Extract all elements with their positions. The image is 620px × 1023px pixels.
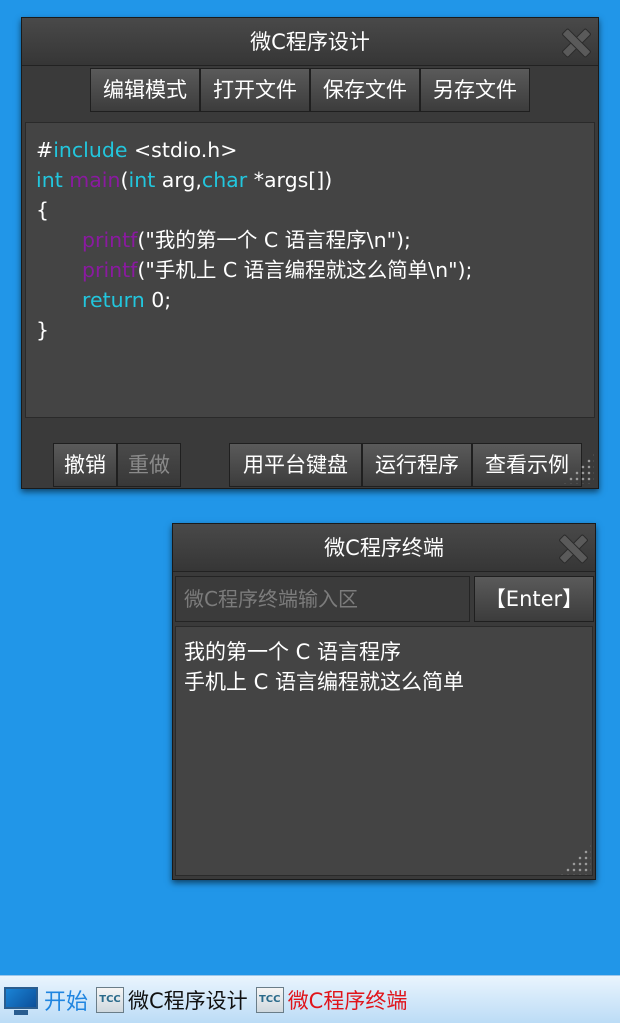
task-label: 微C程序终端 <box>287 988 408 1013</box>
editor-title: 微C程序设计 <box>250 30 370 54</box>
monitor-icon <box>2 983 42 1017</box>
close-icon[interactable] <box>560 27 590 57</box>
tcc-app-icon: TCC <box>255 986 284 1013</box>
undo-redo-group: 撤销 重做 <box>53 443 181 487</box>
terminal-output: 我的第一个 C 语言程序 手机上 C 语言编程就这么简单 <box>175 626 593 876</box>
code-line: { <box>36 198 50 222</box>
code-line: int main(int arg,char *args[]) <box>36 168 333 192</box>
edit-mode-button[interactable]: 编辑模式 <box>90 68 200 112</box>
terminal-input[interactable] <box>175 576 470 622</box>
code-line: printf("手机上 C 语言编程就这么简单\n"); <box>82 258 473 282</box>
task-terminal[interactable]: TCC 微C程序终端 <box>255 985 408 1015</box>
editor-action-group: 用平台键盘 运行程序 查看示例 <box>229 443 582 487</box>
code-editor[interactable]: #include <stdio.h> int main(int arg,char… <box>25 122 595 418</box>
output-line: 手机上 C 语言编程就这么简单 <box>184 670 465 694</box>
code-line: #include <stdio.h> <box>36 138 238 162</box>
task-editor[interactable]: TCC 微C程序设计 <box>96 985 248 1015</box>
code-line: printf("我的第一个 C 语言程序\n"); <box>82 228 411 252</box>
terminal-title-bar[interactable]: 微C程序终端 <box>173 524 595 572</box>
start-label: 开始 <box>44 989 89 1015</box>
open-file-button[interactable]: 打开文件 <box>200 68 310 112</box>
editor-toolbar: 编辑模式 打开文件 保存文件 另存文件 <box>90 68 530 112</box>
editor-window: 微C程序设计 编辑模式 打开文件 保存文件 另存文件 #include <std… <box>21 17 599 489</box>
taskbar: 开始 TCC 微C程序设计 TCC 微C程序终端 <box>0 975 620 1023</box>
editor-title-bar[interactable]: 微C程序设计 <box>22 18 598 66</box>
save-as-button[interactable]: 另存文件 <box>420 68 530 112</box>
start-button[interactable]: 开始 <box>0 976 88 1023</box>
code-line: } <box>36 318 50 342</box>
tcc-app-icon: TCC <box>96 986 125 1013</box>
run-program-button[interactable]: 运行程序 <box>362 443 472 487</box>
task-label: 微C程序设计 <box>128 988 248 1013</box>
undo-button[interactable]: 撤销 <box>53 443 117 487</box>
close-icon[interactable] <box>557 533 587 563</box>
terminal-window: 微C程序终端 【Enter】 我的第一个 C 语言程序 手机上 C 语言编程就这… <box>172 523 596 880</box>
code-line: return 0; <box>82 288 172 312</box>
output-line: 我的第一个 C 语言程序 <box>184 640 402 664</box>
save-file-button[interactable]: 保存文件 <box>310 68 420 112</box>
terminal-title: 微C程序终端 <box>324 536 444 560</box>
redo-button[interactable]: 重做 <box>117 443 181 487</box>
platform-keyboard-button[interactable]: 用平台键盘 <box>229 443 362 487</box>
view-examples-button[interactable]: 查看示例 <box>472 443 582 487</box>
enter-button[interactable]: 【Enter】 <box>474 576 594 622</box>
